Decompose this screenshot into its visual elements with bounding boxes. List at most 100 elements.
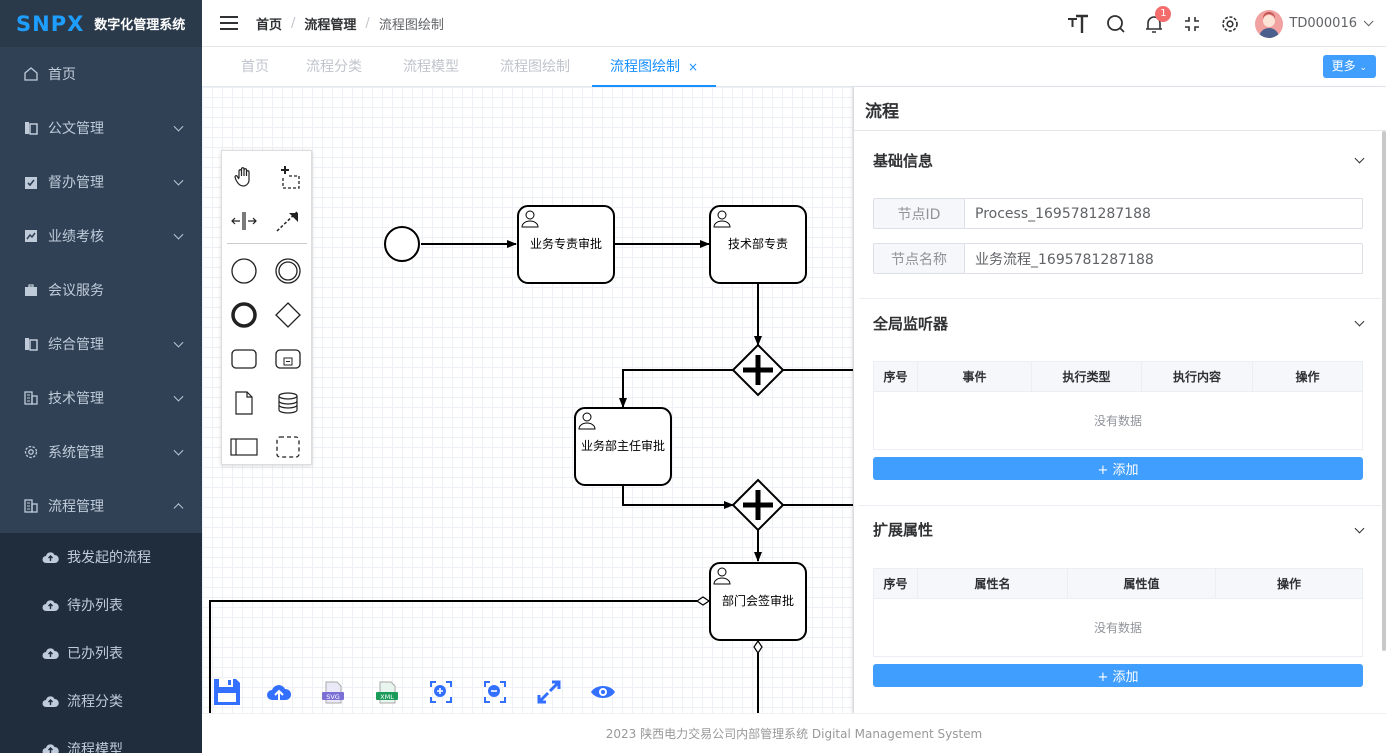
intermediate-event-icon[interactable] (270, 253, 306, 289)
more-label: 更多 (1331, 59, 1356, 73)
node-name-value[interactable]: 业务流程_1695781287188 (965, 244, 1154, 273)
sequence-flow[interactable] (622, 486, 734, 509)
end-event-icon[interactable] (226, 297, 262, 333)
node-id-value[interactable]: Process_1695781287188 (965, 199, 1151, 228)
document-icon (22, 119, 40, 137)
data-store-icon[interactable] (270, 385, 306, 421)
sidebar-subitem-done[interactable]: 已办列表 (0, 629, 202, 677)
tab-process-category[interactable]: 流程分类 (306, 47, 362, 87)
breadcrumb-item[interactable]: 流程管理 (304, 14, 356, 33)
user-task-tech-dept[interactable]: 技术部专责 (709, 205, 807, 284)
sidebar-item-performance[interactable]: 业绩考核 (0, 209, 202, 263)
user-task-dept-director[interactable]: 业务部主任审批 (574, 407, 672, 486)
space-tool-icon[interactable] (226, 203, 262, 239)
breadcrumb: 首页 / 流程管理 / 流程图绘制 (256, 14, 444, 33)
sidebar-item-documents[interactable]: 公文管理 (0, 101, 202, 155)
bpmn-canvas[interactable]: 业务专责审批 技术部专责 业务部主任审批 部门会签审批 SVG XML (202, 87, 853, 713)
tab-process-design-active[interactable]: 流程图绘制 × (592, 47, 716, 87)
chevron-down-icon[interactable] (1354, 153, 1365, 164)
chevron-down-icon[interactable] (1354, 523, 1365, 534)
sidebar-item-meetings[interactable]: 会议服务 (0, 263, 202, 317)
export-svg-icon[interactable]: SVG (320, 674, 374, 710)
subprocess-icon[interactable] (270, 341, 306, 377)
close-icon[interactable]: × (688, 60, 698, 74)
hamburger-icon[interactable] (220, 16, 238, 30)
chart-icon (22, 227, 40, 245)
node-id-field[interactable]: 节点ID Process_1695781287188 (873, 198, 1363, 229)
column-header: 操作 (1295, 370, 1320, 384)
upload-icon[interactable] (266, 674, 320, 710)
table-header: 序号 事件 执行类型 执行内容 操作 (874, 362, 1362, 392)
gateway-icon[interactable] (270, 297, 306, 333)
section-title-extensions[interactable]: 扩展属性 (873, 519, 933, 540)
chevron-down-icon: ⌄ (1359, 63, 1367, 73)
tab-process-model[interactable]: 流程模型 (403, 47, 459, 87)
task-icon[interactable] (226, 341, 262, 377)
sidebar-subitem-todo[interactable]: 待办列表 (0, 581, 202, 629)
global-connect-icon[interactable] (270, 203, 306, 239)
sidebar-item-system[interactable]: 系统管理 (0, 425, 202, 479)
parallel-gateway[interactable] (731, 478, 785, 532)
footer: 2023 陕西电力交易公司内部管理系统 Digital Management S… (202, 713, 1386, 753)
user-task-business-review[interactable]: 业务专责审批 (517, 205, 615, 284)
hand-tool-icon[interactable] (226, 159, 262, 195)
task-label: 业务专责审批 (530, 236, 602, 251)
sidebar-item-supervision[interactable]: 督办管理 (0, 155, 202, 209)
node-name-label: 节点名称 (874, 244, 965, 273)
sidebar-subitem-model[interactable]: 流程模型 (0, 725, 202, 753)
section-title-basic[interactable]: 基础信息 (873, 150, 933, 171)
preview-eye-icon[interactable] (590, 674, 644, 710)
document-icon (22, 335, 40, 353)
sidebar-item-label: 首页 (48, 67, 76, 83)
avatar[interactable] (1255, 9, 1284, 38)
search-icon[interactable] (1097, 0, 1135, 47)
chevron-down-icon (173, 229, 184, 240)
sidebar-subitem-category[interactable]: 流程分类 (0, 677, 202, 725)
username[interactable]: TD000016 (1289, 16, 1357, 31)
bell-icon[interactable]: 1 (1135, 0, 1173, 47)
parallel-gateway[interactable] (731, 343, 785, 397)
column-header: 操作 (1276, 577, 1301, 591)
editor-toolbar: SVG XML (212, 674, 644, 710)
start-event[interactable] (384, 226, 420, 262)
breadcrumb-item[interactable]: 首页 (256, 14, 282, 33)
sidebar-item-process[interactable]: 流程管理 (0, 479, 202, 533)
task-label: 部门会签审批 (722, 593, 794, 608)
lasso-tool-icon[interactable] (270, 159, 306, 195)
zoom-out-icon[interactable] (482, 674, 536, 710)
header-actions: 1 TD000016 (1059, 0, 1386, 47)
tab-process-design[interactable]: 流程图绘制 (500, 47, 570, 87)
section-title-listeners[interactable]: 全局监听器 (873, 313, 948, 334)
start-event-icon[interactable] (226, 253, 262, 289)
sequence-flow[interactable] (619, 369, 735, 408)
cloud-upload-icon (42, 646, 59, 660)
gear-icon[interactable] (1211, 0, 1249, 47)
chevron-down-icon[interactable] (1363, 16, 1374, 27)
chevron-down-icon[interactable] (1354, 316, 1365, 327)
zoom-in-icon[interactable] (428, 674, 482, 710)
sidebar-item-home[interactable]: 首页 (0, 47, 202, 101)
add-property-button[interactable]: + 添加 (873, 664, 1363, 687)
sidebar-item-tech[interactable]: 技术管理 (0, 371, 202, 425)
app-logo[interactable]: SNPX 数字化管理系统 (0, 0, 202, 47)
add-listener-button[interactable]: + 添加 (873, 457, 1363, 480)
export-xml-icon[interactable]: XML (374, 674, 428, 710)
top-header: 首页 / 流程管理 / 流程图绘制 1 TD000016 (202, 0, 1386, 47)
fullscreen-icon[interactable] (1173, 0, 1211, 47)
save-icon[interactable] (212, 674, 266, 710)
font-size-icon[interactable] (1059, 0, 1097, 47)
pool-icon[interactable] (226, 429, 262, 465)
fit-view-icon[interactable] (536, 674, 590, 710)
tab-home[interactable]: 首页 (241, 47, 269, 87)
chevron-down-icon (173, 337, 184, 348)
sidebar-subitem-my-processes[interactable]: 我发起的流程 (0, 533, 202, 581)
node-name-field[interactable]: 节点名称 业务流程_1695781287188 (873, 243, 1363, 274)
data-object-icon[interactable] (226, 385, 262, 421)
more-button[interactable]: 更多 ⌄ (1322, 55, 1376, 78)
sidebar-item-general[interactable]: 综合管理 (0, 317, 202, 371)
user-task-countersign[interactable]: 部门会签审批 (709, 562, 807, 641)
panel-scrollbar[interactable] (1382, 131, 1386, 651)
group-icon[interactable] (270, 429, 306, 465)
briefcase-icon (22, 281, 40, 299)
column-header: 属性值 (1068, 569, 1216, 598)
